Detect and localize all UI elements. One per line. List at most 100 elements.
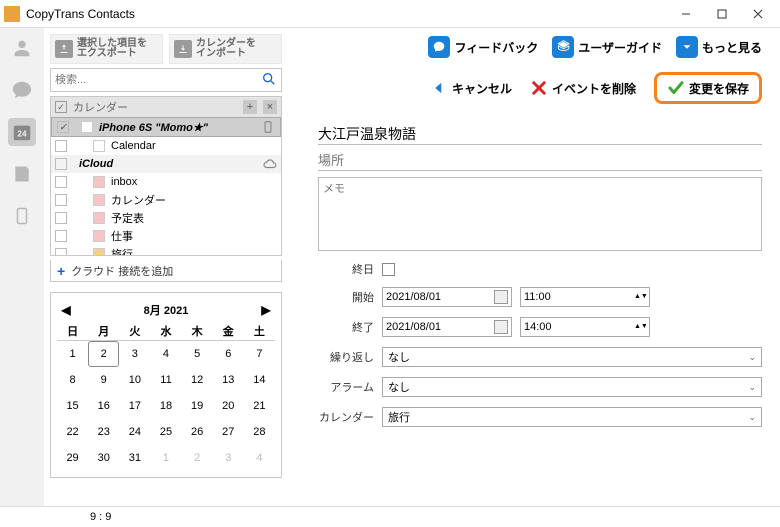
date-picker-icon[interactable] (494, 320, 508, 334)
cal-day[interactable]: 4 (244, 445, 275, 471)
tree-row[interactable]: 仕事 (51, 227, 281, 245)
color-chip (93, 212, 105, 224)
cal-day[interactable]: 6 (213, 341, 244, 367)
more-button[interactable]: もっと見る (676, 36, 762, 58)
cal-day[interactable]: 28 (244, 419, 275, 445)
cal-day[interactable]: 27 (213, 419, 244, 445)
cal-day[interactable]: 15 (57, 393, 88, 419)
tree-row[interactable]: 予定表 (51, 209, 281, 227)
row-checkbox[interactable] (55, 158, 67, 170)
maximize-button[interactable] (704, 1, 740, 27)
start-time-input[interactable]: 11:00▲▼ (520, 287, 650, 307)
cal-day[interactable]: 29 (57, 445, 88, 471)
nav-messages-icon[interactable] (8, 76, 36, 104)
cal-day[interactable]: 17 (119, 393, 150, 419)
tree-row[interactable]: 旅行 (51, 245, 281, 256)
start-date-input[interactable]: 2021/08/01 (382, 287, 512, 307)
cal-day[interactable]: 2 (182, 445, 213, 471)
event-memo-input[interactable] (318, 177, 762, 251)
end-date-input[interactable]: 2021/08/01 (382, 317, 512, 337)
event-location-input[interactable] (318, 151, 762, 171)
cal-day[interactable]: 30 (88, 445, 119, 471)
cal-prev-button[interactable]: ◀ (57, 303, 75, 317)
chevron-down-icon: ⌄ (748, 382, 756, 393)
end-time-input[interactable]: 14:00▲▼ (520, 317, 650, 337)
export-button[interactable]: 選択した項目を エクスポート (50, 34, 163, 64)
cal-day[interactable]: 8 (57, 367, 88, 393)
cal-day[interactable]: 19 (182, 393, 213, 419)
minimize-button[interactable] (668, 1, 704, 27)
tree-row[interactable]: Calendar (51, 137, 281, 155)
nav-notes-icon[interactable] (8, 160, 36, 188)
cal-dow: 日 (57, 321, 88, 341)
svg-text:24: 24 (17, 130, 27, 139)
row-checkbox[interactable] (55, 230, 67, 242)
allday-checkbox[interactable] (382, 263, 395, 276)
cal-day[interactable]: 24 (119, 419, 150, 445)
tree-row[interactable]: inbox (51, 173, 281, 191)
cal-day[interactable]: 13 (213, 367, 244, 393)
calendar-select[interactable]: 旅行⌄ (382, 407, 762, 427)
cal-day[interactable]: 25 (150, 419, 181, 445)
cal-day[interactable]: 26 (182, 419, 213, 445)
feedback-button[interactable]: フィードバック (428, 36, 538, 58)
row-checkbox[interactable]: ✓ (57, 121, 69, 133)
cal-day[interactable]: 12 (182, 367, 213, 393)
cal-dow: 木 (182, 321, 213, 341)
tree-row[interactable]: ✓iPhone 6S "Momo★" (51, 117, 281, 137)
tree-row[interactable]: カレンダー (51, 191, 281, 209)
cal-day[interactable]: 7 (244, 341, 275, 367)
add-calendar-button[interactable]: + (243, 100, 257, 114)
cal-day[interactable]: 22 (57, 419, 88, 445)
date-picker-icon[interactable] (494, 290, 508, 304)
cal-day[interactable]: 14 (244, 367, 275, 393)
import-icon (174, 40, 192, 58)
spinner-icon[interactable]: ▲▼ (634, 324, 646, 330)
cal-day[interactable]: 31 (119, 445, 150, 471)
cal-day[interactable]: 4 (150, 341, 181, 367)
save-button[interactable]: 変更を保存 (654, 72, 762, 104)
cal-day[interactable]: 16 (88, 393, 119, 419)
search-input[interactable] (55, 74, 261, 86)
tree-row[interactable]: iCloud (51, 155, 281, 173)
row-checkbox[interactable] (55, 176, 67, 188)
nav-contacts-icon[interactable] (8, 34, 36, 62)
event-title-input[interactable] (318, 124, 762, 145)
save-icon (667, 79, 685, 97)
nav-device-icon[interactable] (8, 202, 36, 230)
spinner-icon[interactable]: ▲▼ (634, 294, 646, 300)
import-button[interactable]: カレンダーを インポート (169, 34, 282, 64)
cal-day[interactable]: 18 (150, 393, 181, 419)
nav-calendar-icon[interactable]: 24 (8, 118, 36, 146)
cal-day[interactable]: 11 (150, 367, 181, 393)
add-cloud-button[interactable]: + クラウド 接続を追加 (50, 260, 282, 282)
cal-day[interactable]: 1 (57, 341, 88, 367)
cal-day[interactable]: 2 (88, 341, 119, 367)
row-label: 仕事 (111, 228, 277, 244)
row-checkbox[interactable] (55, 140, 67, 152)
row-checkbox[interactable] (55, 194, 67, 206)
cal-day[interactable]: 3 (119, 341, 150, 367)
delete-event-button[interactable]: イベントを削除 (530, 79, 636, 97)
close-button[interactable] (740, 1, 776, 27)
cal-day[interactable]: 21 (244, 393, 275, 419)
cal-day[interactable]: 1 (150, 445, 181, 471)
cal-day[interactable]: 10 (119, 367, 150, 393)
userguide-button[interactable]: ユーザーガイド (552, 36, 662, 58)
row-checkbox[interactable] (55, 248, 67, 256)
search-icon[interactable] (261, 71, 277, 90)
cal-day[interactable]: 23 (88, 419, 119, 445)
repeat-select[interactable]: なし⌄ (382, 347, 762, 367)
cal-day[interactable]: 9 (88, 367, 119, 393)
cal-day[interactable]: 3 (213, 445, 244, 471)
row-checkbox[interactable] (55, 212, 67, 224)
alarm-select[interactable]: なし⌄ (382, 377, 762, 397)
search-box[interactable] (50, 68, 282, 92)
cal-day[interactable]: 20 (213, 393, 244, 419)
remove-calendar-button[interactable]: × (263, 100, 277, 114)
cal-next-button[interactable]: ▶ (257, 303, 275, 317)
tree-header-checkbox[interactable]: ✓ (55, 101, 67, 113)
cancel-button[interactable]: キャンセル (430, 79, 512, 97)
cal-day[interactable]: 5 (182, 341, 213, 367)
plus-icon: + (57, 263, 65, 279)
